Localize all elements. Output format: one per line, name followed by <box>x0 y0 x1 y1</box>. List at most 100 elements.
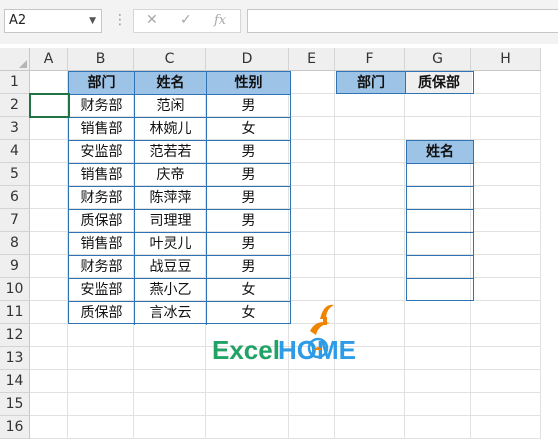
cell[interactable] <box>405 301 471 324</box>
cell[interactable] <box>471 186 541 209</box>
row-header-3[interactable]: 3 <box>0 117 30 140</box>
cell[interactable] <box>335 163 405 186</box>
cell[interactable] <box>289 186 335 209</box>
cell[interactable] <box>289 209 335 232</box>
cell[interactable] <box>289 232 335 255</box>
select-all-corner[interactable] <box>0 48 30 71</box>
cell[interactable] <box>30 370 68 393</box>
cell[interactable] <box>471 94 541 117</box>
cell[interactable] <box>30 347 68 370</box>
cell[interactable] <box>471 324 541 347</box>
cell[interactable] <box>471 370 541 393</box>
row-header-7[interactable]: 7 <box>0 209 30 232</box>
row-header-14[interactable]: 14 <box>0 370 30 393</box>
cell[interactable] <box>206 393 289 416</box>
cell[interactable] <box>471 416 541 439</box>
cell[interactable] <box>335 117 405 140</box>
column-header-d[interactable]: D <box>206 48 289 71</box>
result-header[interactable]: 姓名 <box>407 141 473 164</box>
result-cell[interactable] <box>407 256 473 279</box>
cell[interactable] <box>30 232 68 255</box>
cell[interactable] <box>471 393 541 416</box>
cell[interactable] <box>471 71 541 94</box>
row-header-10[interactable]: 10 <box>0 278 30 301</box>
cell[interactable] <box>335 232 405 255</box>
cell[interactable] <box>471 347 541 370</box>
cell[interactable] <box>134 393 206 416</box>
table-header-gender[interactable]: 性别 <box>207 72 290 95</box>
cell[interactable] <box>471 140 541 163</box>
chevron-down-icon[interactable]: ▼ <box>89 10 96 32</box>
table-cell[interactable]: 男 <box>207 233 290 256</box>
cell[interactable] <box>289 416 335 439</box>
table-cell[interactable]: 质保部 <box>69 302 135 325</box>
table-cell[interactable]: 男 <box>207 141 290 164</box>
cell[interactable] <box>471 163 541 186</box>
criteria-value[interactable]: 质保部 <box>406 72 472 93</box>
column-header-g[interactable]: G <box>405 48 471 71</box>
cell[interactable] <box>30 163 68 186</box>
cell[interactable] <box>134 370 206 393</box>
table-cell[interactable]: 叶灵儿 <box>135 233 207 256</box>
cell[interactable] <box>289 71 335 94</box>
table-cell[interactable]: 燕小乙 <box>135 279 207 302</box>
table-cell[interactable]: 女 <box>207 279 290 302</box>
table-cell[interactable]: 女 <box>207 118 290 141</box>
cell[interactable] <box>335 140 405 163</box>
cell[interactable] <box>289 94 335 117</box>
column-header-h[interactable]: H <box>471 48 541 71</box>
cell[interactable] <box>30 209 68 232</box>
column-header-a[interactable]: A <box>30 48 68 71</box>
cell[interactable] <box>471 232 541 255</box>
cell[interactable] <box>68 393 134 416</box>
cell[interactable] <box>134 416 206 439</box>
result-cell[interactable] <box>407 233 473 256</box>
cell[interactable] <box>206 370 289 393</box>
cell[interactable] <box>335 94 405 117</box>
cell[interactable] <box>30 416 68 439</box>
cell[interactable] <box>134 324 206 347</box>
table-cell[interactable]: 男 <box>207 187 290 210</box>
table-cell[interactable]: 司理理 <box>135 210 207 233</box>
cell[interactable] <box>405 94 471 117</box>
row-header-9[interactable]: 9 <box>0 255 30 278</box>
cell[interactable] <box>335 255 405 278</box>
formula-input[interactable] <box>247 9 558 33</box>
cell[interactable] <box>289 278 335 301</box>
result-cell[interactable] <box>407 187 473 210</box>
cell[interactable] <box>68 370 134 393</box>
row-header-13[interactable]: 13 <box>0 347 30 370</box>
row-header-11[interactable]: 11 <box>0 301 30 324</box>
row-header-1[interactable]: 1 <box>0 71 30 94</box>
row-header-4[interactable]: 4 <box>0 140 30 163</box>
table-cell[interactable]: 安监部 <box>69 141 135 164</box>
row-header-16[interactable]: 16 <box>0 416 30 439</box>
table-cell[interactable]: 销售部 <box>69 118 135 141</box>
table-cell[interactable]: 陈萍萍 <box>135 187 207 210</box>
cell[interactable] <box>405 416 471 439</box>
cell[interactable] <box>30 186 68 209</box>
row-header-2[interactable]: 2 <box>0 94 30 117</box>
cell[interactable] <box>30 301 68 324</box>
cell[interactable] <box>471 117 541 140</box>
table-cell[interactable]: 男 <box>207 210 290 233</box>
cell[interactable] <box>30 117 68 140</box>
column-header-b[interactable]: B <box>68 48 134 71</box>
table-cell[interactable]: 言冰云 <box>135 302 207 325</box>
table-header-name[interactable]: 姓名 <box>135 72 207 95</box>
column-header-c[interactable]: C <box>134 48 206 71</box>
cell[interactable] <box>335 186 405 209</box>
table-cell[interactable]: 战豆豆 <box>135 256 207 279</box>
cell[interactable] <box>335 278 405 301</box>
cell[interactable] <box>289 370 335 393</box>
cell[interactable] <box>68 324 134 347</box>
cell[interactable] <box>471 209 541 232</box>
cell[interactable] <box>335 416 405 439</box>
row-header-12[interactable]: 12 <box>0 324 30 347</box>
cell[interactable] <box>30 71 68 94</box>
cell[interactable] <box>335 370 405 393</box>
table-cell[interactable]: 男 <box>207 164 290 187</box>
table-cell[interactable]: 安监部 <box>69 279 135 302</box>
table-cell[interactable]: 销售部 <box>69 164 135 187</box>
table-cell[interactable]: 财务部 <box>69 95 135 118</box>
